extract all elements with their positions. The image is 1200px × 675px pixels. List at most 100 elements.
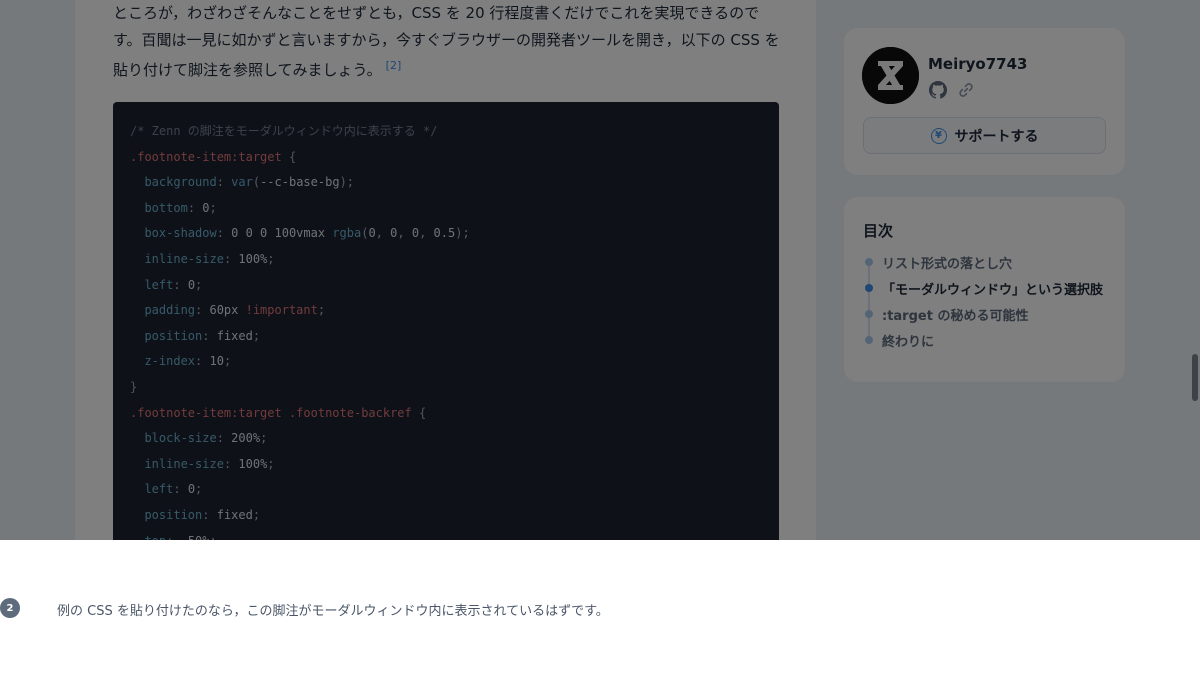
toc-item[interactable]: 終わりに bbox=[882, 331, 934, 350]
code-line: background: var(--c-base-bg); bbox=[130, 173, 354, 191]
footnote-ref-link[interactable]: [2] bbox=[386, 59, 402, 72]
code-property: box-shadow bbox=[144, 226, 217, 241]
code-value: 0 bbox=[202, 200, 210, 215]
code-brace: { bbox=[281, 149, 297, 164]
code-function: rgba bbox=[332, 226, 362, 241]
code-punct: ; bbox=[346, 175, 355, 190]
code-line: inline-size: 100%; bbox=[130, 455, 275, 473]
code-punct: ; bbox=[317, 303, 326, 318]
code-line: bottom: 0; bbox=[130, 199, 216, 217]
toc-item[interactable]: リスト形式の落とし穴 bbox=[882, 253, 1012, 272]
code-selector: .footnote-item:target .footnote-backref bbox=[130, 405, 412, 420]
code-selector: .footnote-item:target bbox=[130, 149, 282, 164]
code-punct: : bbox=[195, 354, 210, 369]
code-value: 0 bbox=[404, 226, 420, 241]
footnote-backref-number[interactable]: 2 bbox=[0, 598, 20, 618]
paragraph-line: ところが，わざわざそんなことをせずとも，CSS を 20 行程度書くだけでこれを… bbox=[113, 4, 760, 22]
paragraph-line: す。百聞は一見に如かずと言いますから，今すぐブラウザーの開発者ツールを開き，以下… bbox=[113, 30, 780, 49]
code-line: position: fixed; bbox=[130, 327, 260, 345]
link-icon[interactable] bbox=[957, 81, 975, 99]
code-line: box-shadow: 0 0 0 100vmax rgba(0, 0, 0, … bbox=[130, 224, 469, 242]
code-punct: : bbox=[187, 200, 203, 215]
code-value: 0 bbox=[187, 482, 196, 497]
toc-item-active[interactable]: 「モーダルウィンドウ」という選択肢 bbox=[882, 279, 1103, 298]
table-of-contents: 目次 リスト形式の落とし穴 「モーダルウィンドウ」という選択肢 :target … bbox=[844, 197, 1125, 382]
paragraph-line-text: 貼り付けて脚注を参照してみましょう。 bbox=[113, 61, 382, 79]
code-punct: ( bbox=[252, 175, 261, 190]
github-icon[interactable] bbox=[929, 81, 947, 99]
code-property: left bbox=[144, 482, 174, 497]
code-value: 200% bbox=[231, 431, 261, 446]
toc-dot bbox=[865, 258, 873, 266]
toc-dot-active bbox=[865, 284, 873, 292]
code-line: top: -50%; bbox=[130, 532, 216, 540]
toc-title: 目次 bbox=[863, 222, 894, 240]
code-line: left: 0; bbox=[130, 480, 202, 498]
code-property: inline-size bbox=[144, 456, 224, 471]
code-comment: /* Zenn の脚注をモーダルウィンドウ内に表示する */ bbox=[130, 124, 438, 138]
code-important: !important bbox=[245, 303, 318, 318]
code-property: padding bbox=[144, 303, 196, 318]
yen-icon: ¥ bbox=[930, 127, 947, 144]
code-property: position bbox=[144, 508, 203, 522]
code-brace: } bbox=[130, 380, 138, 394]
code-value: fixed bbox=[216, 328, 253, 343]
code-punct: : bbox=[195, 303, 210, 318]
code-property: block-size bbox=[144, 431, 217, 446]
avatar[interactable] bbox=[862, 47, 919, 104]
code-line: left: 0; bbox=[130, 276, 202, 294]
code-value: 60px bbox=[209, 303, 246, 318]
support-button[interactable]: ¥ サポートする bbox=[863, 117, 1106, 154]
code-property: left bbox=[144, 277, 174, 292]
code-line: position: fixed; bbox=[130, 506, 260, 524]
author-profile-card: Meiryo7743 ¥ サポートする bbox=[844, 28, 1125, 175]
code-punct: ; bbox=[252, 328, 261, 343]
code-property: bottom bbox=[144, 200, 188, 215]
paragraph-line: 貼り付けて脚注を参照してみましょう。 [2] bbox=[113, 53, 793, 80]
footnote-text: 例の CSS を貼り付けたのなら，この脚注がモーダルウィンドウ内に表示されている… bbox=[57, 604, 609, 619]
code-block: /* Zenn の脚注をモーダルウィンドウ内に表示する */ .footnote-… bbox=[113, 102, 779, 540]
toc-dot bbox=[865, 310, 873, 318]
code-value: 10 bbox=[209, 354, 224, 369]
code-punct: , bbox=[397, 226, 405, 241]
code-punct: ; bbox=[267, 456, 275, 471]
code-line: block-size: 200%; bbox=[130, 429, 267, 447]
support-button-label: サポートする bbox=[954, 128, 1039, 145]
code-punct: : bbox=[173, 277, 188, 292]
code-punct: : bbox=[223, 252, 239, 266]
code-punct: ; bbox=[252, 508, 261, 522]
zenn-article-page: ところが，わざわざそんなことをせずとも，CSS を 20 行程度書くだけでこれを… bbox=[0, 0, 1200, 540]
code-value: --c-base-bg bbox=[260, 175, 340, 190]
code-line: /* Zenn の脚注をモーダルウィンドウ内に表示する */ bbox=[130, 122, 437, 140]
author-username[interactable]: Meiryo7743 bbox=[928, 55, 1027, 73]
code-punct: : bbox=[173, 482, 188, 497]
code-punct: : bbox=[223, 456, 239, 471]
scrollbar-thumb[interactable] bbox=[1192, 354, 1198, 401]
code-property: background bbox=[144, 175, 217, 190]
code-value: 0.5 bbox=[426, 226, 456, 241]
code-value: 0 0 0 100vmax bbox=[231, 226, 333, 241]
code-line: .footnote-item:target { bbox=[130, 148, 296, 166]
code-value: 0 bbox=[368, 226, 376, 241]
code-punct: ; bbox=[267, 252, 275, 266]
code-punct: , bbox=[375, 226, 383, 241]
code-punct: ; bbox=[223, 354, 232, 369]
code-line: .footnote-item:target .footnote-backref … bbox=[130, 404, 426, 422]
toc-item[interactable]: :target の秘める可能性 bbox=[882, 305, 1028, 324]
article-paragraph: ところが，わざわざそんなことをせずとも，CSS を 20 行程度書くだけでこれを… bbox=[113, 0, 793, 80]
code-punct: : bbox=[202, 328, 217, 343]
code-punct: : bbox=[216, 431, 232, 446]
code-brace: { bbox=[411, 405, 427, 420]
code-punct: : bbox=[216, 175, 232, 190]
code-punct: ) bbox=[339, 175, 347, 190]
code-line: inline-size: 100%; bbox=[130, 250, 275, 268]
